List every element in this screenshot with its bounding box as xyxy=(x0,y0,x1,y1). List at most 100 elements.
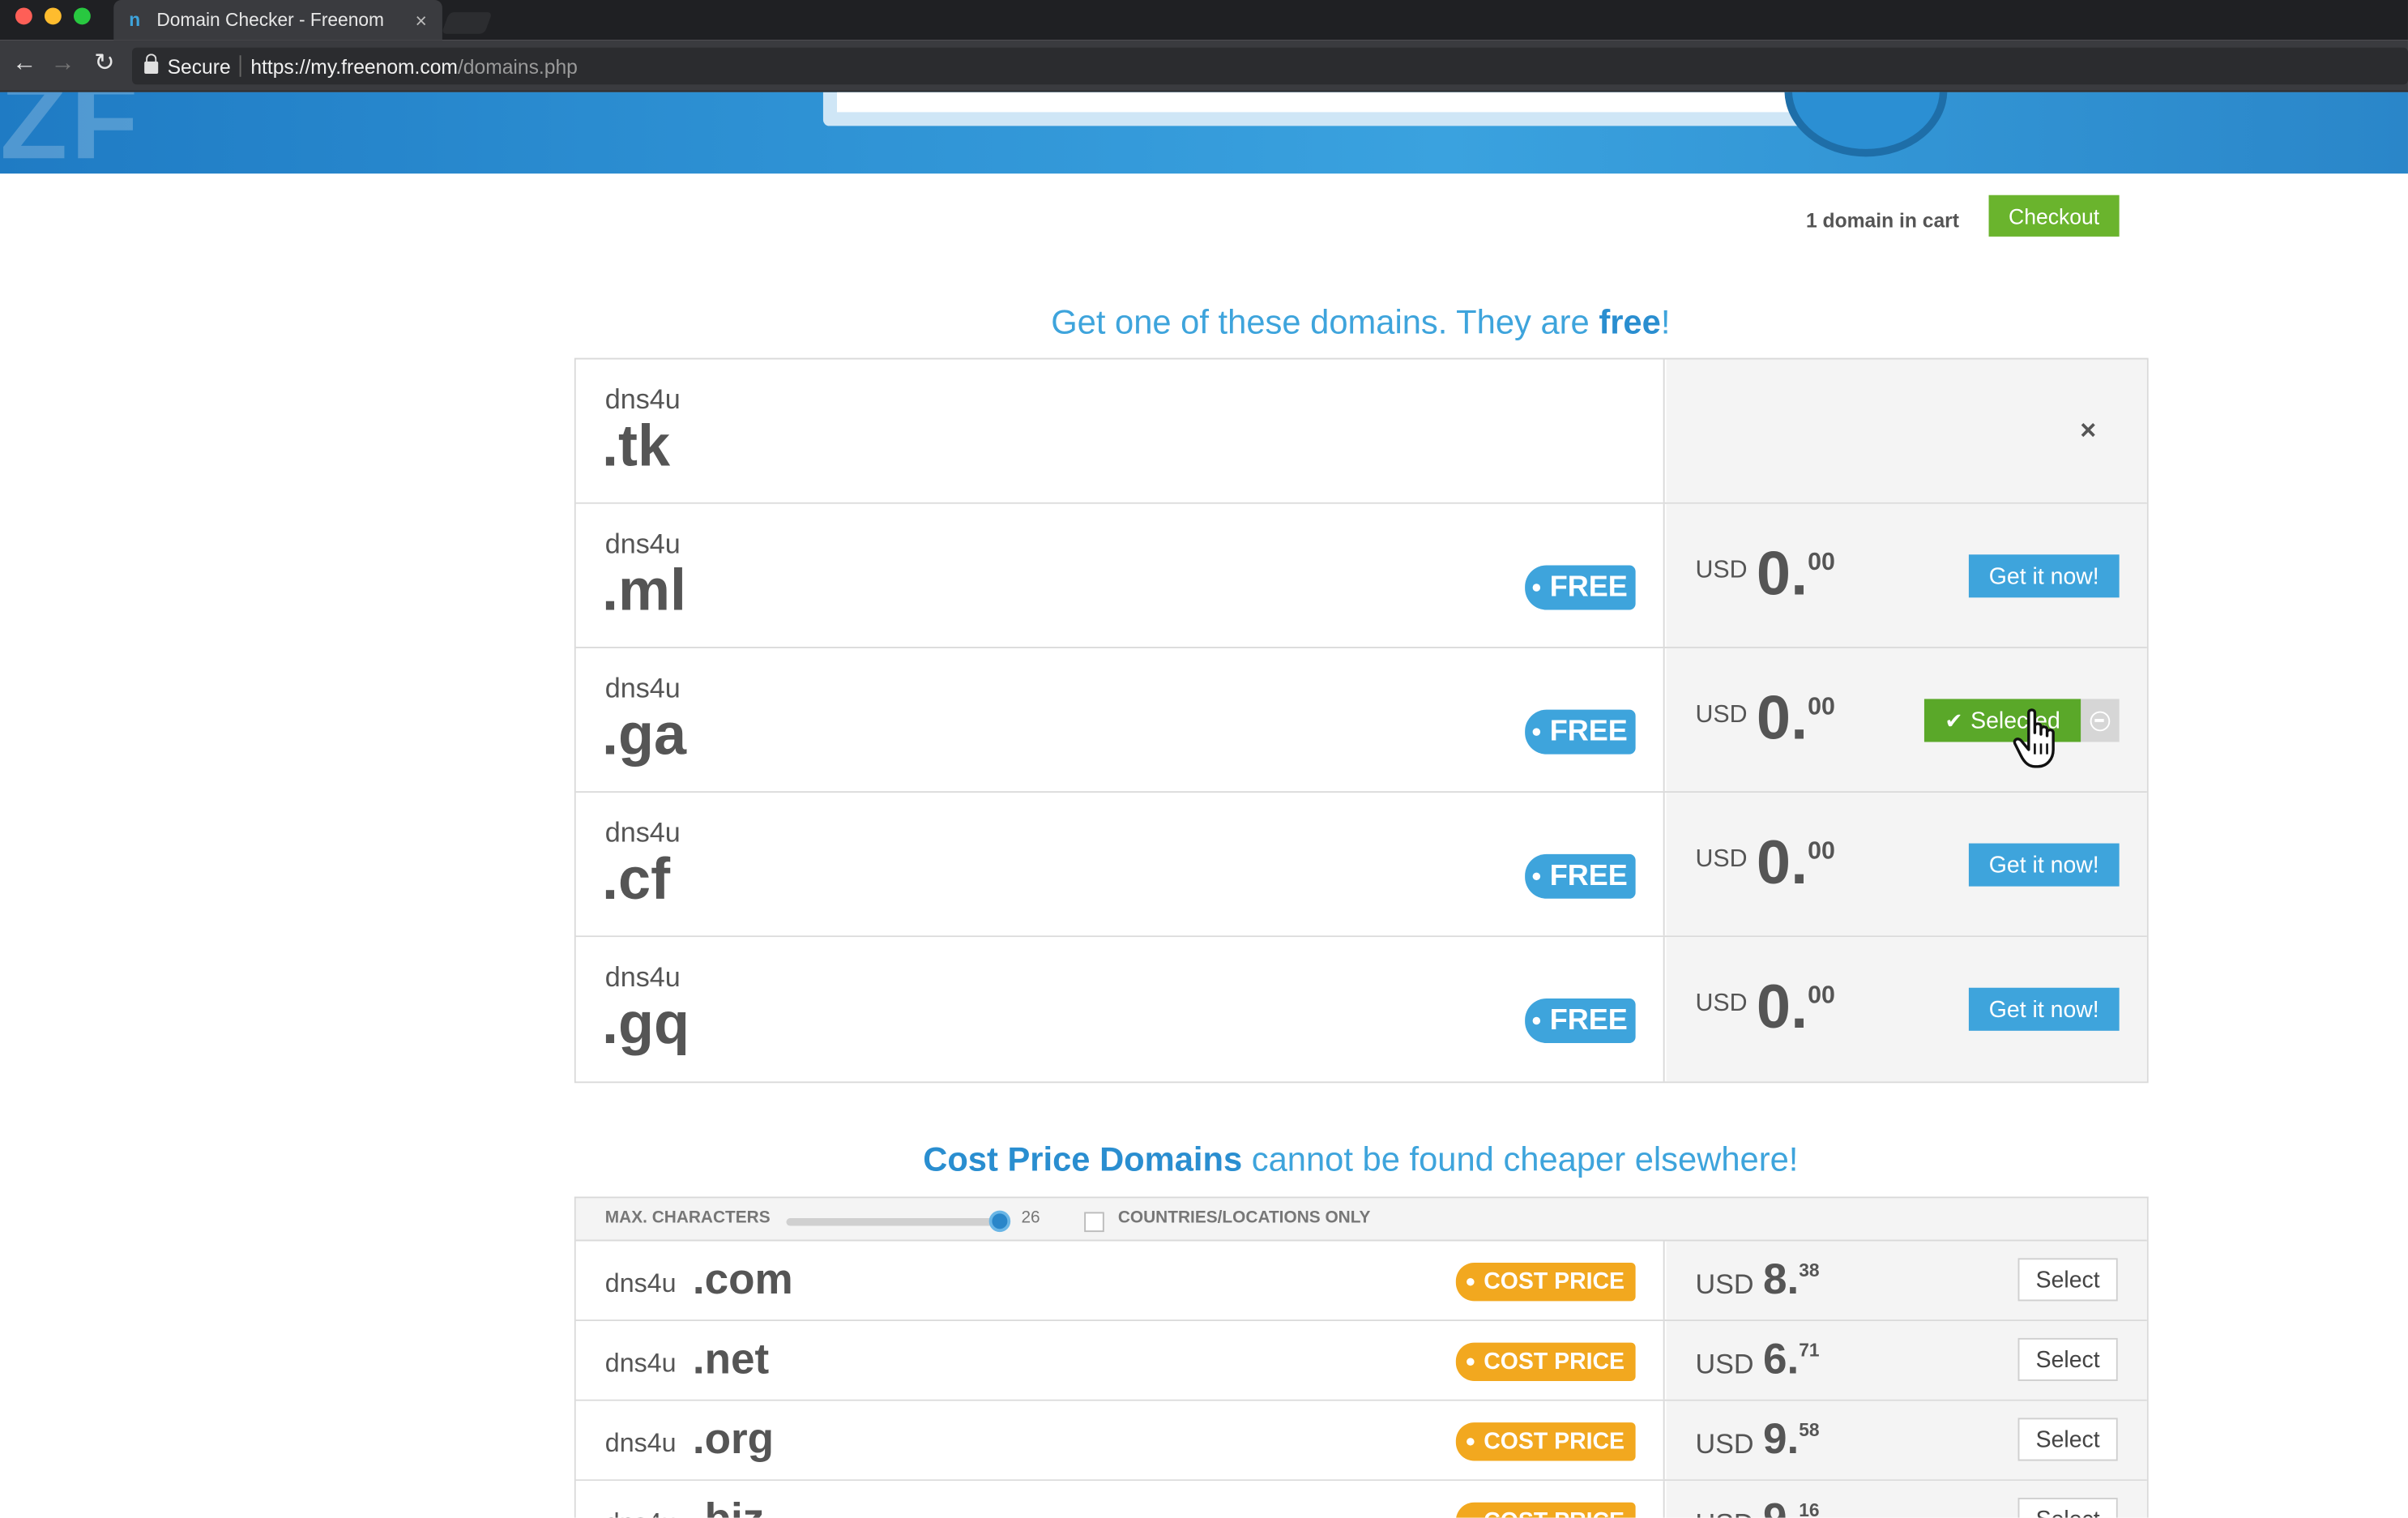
minimize-window-button[interactable] xyxy=(44,7,62,25)
cost-price-badge: COST PRICE xyxy=(1455,1422,1636,1461)
checkmark-icon: ✔ xyxy=(1945,707,1963,733)
price-integer: 0. xyxy=(1756,973,1808,1042)
domain-name: dns4u xyxy=(604,528,681,559)
domain-tld: .net xyxy=(692,1335,770,1383)
badge-label: COST PRICE xyxy=(1484,1268,1625,1295)
domain-tld: .biz xyxy=(693,1494,764,1517)
cost-domains-heading: Cost Price Domains cannot be found cheap… xyxy=(574,1140,2147,1179)
domain-cell: dns4u .ga FREE xyxy=(575,648,1665,792)
get-it-now-button[interactable]: Get it now! xyxy=(1968,843,2120,887)
domain-name: dns4u xyxy=(604,673,681,704)
cost-domains-table: MAX. CHARACTERS 26 COUNTRIES/LOCATIONS O… xyxy=(574,1196,2149,1518)
price-currency: USD xyxy=(1695,846,1748,873)
browser-toolbar: ← → ↻ Secure https://my.freenom.com /dom… xyxy=(0,40,2408,92)
countries-only-checkbox[interactable] xyxy=(1084,1212,1104,1233)
reload-icon[interactable]: ↻ xyxy=(91,51,118,79)
badge-label: FREE xyxy=(1549,571,1628,603)
get-it-now-button[interactable]: Get it now! xyxy=(1968,554,2120,598)
price-currency: USD xyxy=(1695,1268,1754,1300)
cart-count-text: 1 domain in cart xyxy=(1805,208,1959,233)
badge-label: COST PRICE xyxy=(1484,1349,1625,1375)
price-cell: USD 0. 00 Get it now! xyxy=(1666,793,2147,936)
price-decimal: 00 xyxy=(1808,549,1835,576)
domain-cell: dns4u .biz COST PRICE xyxy=(575,1481,1665,1518)
price: USD 0. 00 xyxy=(1696,977,1835,1038)
price-currency: USD xyxy=(1696,1508,1754,1517)
free-badge: FREE xyxy=(1525,998,1636,1043)
price-decimal: 16 xyxy=(1799,1499,1820,1518)
close-window-button[interactable] xyxy=(15,7,32,25)
back-arrow-icon[interactable]: ← xyxy=(11,51,38,79)
free-domain-row-gq: dns4u .gq FREE USD 0. 00 Get it now! xyxy=(575,937,2147,1082)
price-decimal: 00 xyxy=(1808,983,1835,1010)
free-domain-row-cf: dns4u .cf FREE USD 0. 00 Get it now! xyxy=(575,793,2147,938)
hand-pointer-cursor-icon xyxy=(2013,708,2055,768)
max-characters-slider[interactable] xyxy=(786,1218,1003,1226)
price: USD 0. 00 xyxy=(1696,832,1835,894)
domain-search-input[interactable] xyxy=(836,92,1792,113)
domain-tld: .ml xyxy=(601,558,687,624)
price: USD 9. 16 xyxy=(1696,1495,1820,1518)
badge-dot-icon xyxy=(1532,1016,1541,1025)
price: USD 0. 00 xyxy=(1696,688,1835,750)
forward-arrow-icon[interactable]: → xyxy=(49,51,77,79)
free-badge: FREE xyxy=(1525,565,1636,610)
slider-handle[interactable] xyxy=(988,1210,1011,1233)
free-domains-table: dns4u .tk × dns4u .ml FREE USD 0. 00 Get… xyxy=(574,357,2149,1084)
domain-name: dns4u xyxy=(604,1428,677,1458)
address-bar[interactable]: Secure https://my.freenom.com /domains.p… xyxy=(132,47,2408,85)
free-heading-text: Get one of these domains. They are xyxy=(1051,302,1599,341)
freenom-favicon-icon: n xyxy=(129,9,141,31)
price-cell: USD 0. 00 ✔ Selected xyxy=(1666,648,2147,792)
tab-title: Domain Checker - Freenom xyxy=(156,9,384,31)
price-decimal: 00 xyxy=(1808,838,1835,866)
free-domain-row-ml: dns4u .ml FREE USD 0. 00 Get it now! xyxy=(575,503,2147,648)
domain-cell: dns4u .tk xyxy=(575,359,1665,502)
select-button[interactable]: Select xyxy=(2017,1258,2118,1302)
browser-tab[interactable]: n Domain Checker - Freenom × xyxy=(113,0,442,41)
select-button[interactable]: Select xyxy=(2017,1418,2118,1461)
domain-name: dns4u xyxy=(604,1349,677,1379)
cost-price-badge: COST PRICE xyxy=(1455,1342,1636,1381)
domain-cell: dns4u .cf FREE xyxy=(575,793,1665,936)
max-characters-value: 26 xyxy=(1021,1208,1040,1228)
domain-tld: .ga xyxy=(601,703,687,768)
free-heading-bold: free xyxy=(1599,302,1661,341)
price-decimal: 58 xyxy=(1799,1419,1820,1441)
domain-tld: .gq xyxy=(601,992,690,1058)
price: USD 0. 00 xyxy=(1696,544,1835,605)
price-decimal: 00 xyxy=(1808,694,1835,721)
badge-dot-icon xyxy=(1467,1277,1475,1286)
badge-dot-icon xyxy=(1467,1358,1475,1366)
cost-heading-bold: Cost Price Domains xyxy=(923,1140,1243,1178)
remove-button[interactable] xyxy=(2081,699,2120,742)
url-host: https://my.freenom.com xyxy=(250,54,458,78)
select-button[interactable]: Select xyxy=(2017,1498,2118,1518)
get-it-now-button[interactable]: Get it now! xyxy=(1968,987,2120,1031)
domain-cell: dns4u .org COST PRICE xyxy=(575,1400,1665,1480)
search-button-circle[interactable] xyxy=(1784,92,1948,157)
badge-label: FREE xyxy=(1549,1003,1628,1037)
tab-close-icon[interactable]: × xyxy=(416,8,427,31)
domain-name: dns4u xyxy=(604,961,681,993)
price-decimal: 38 xyxy=(1799,1259,1820,1281)
cost-domain-row-biz: dns4u .biz COST PRICE USD 9. 16 Select xyxy=(575,1481,2147,1518)
free-domain-row-tk: dns4u .tk × xyxy=(575,359,2147,504)
domain-name: dns4u xyxy=(604,383,681,415)
close-icon[interactable]: × xyxy=(2080,415,2096,447)
domain-name: dns4u xyxy=(605,1508,677,1517)
checkout-button[interactable]: Checkout xyxy=(1988,195,2120,237)
domain-cell: dns4u .gq FREE xyxy=(575,937,1665,1082)
free-domains-heading: Get one of these domains. They are free! xyxy=(574,302,2147,342)
price-integer: 9. xyxy=(1762,1414,1800,1463)
cost-price-badge: COST PRICE xyxy=(1455,1263,1636,1302)
domain-name: dns4u xyxy=(604,817,681,849)
domain-cell: dns4u .ml FREE xyxy=(575,503,1665,647)
maximize-window-button[interactable] xyxy=(73,7,91,25)
new-tab-button[interactable] xyxy=(441,12,493,34)
select-button[interactable]: Select xyxy=(2017,1337,2118,1381)
price-cell: USD 8. 38 Select xyxy=(1666,1241,2147,1320)
browser-tab-bar: n Domain Checker - Freenom × xyxy=(0,0,2408,41)
domain-tld: .tk xyxy=(601,414,671,480)
free-domain-row-ga: dns4u .ga FREE USD 0. 00 ✔ Selected xyxy=(575,648,2147,793)
